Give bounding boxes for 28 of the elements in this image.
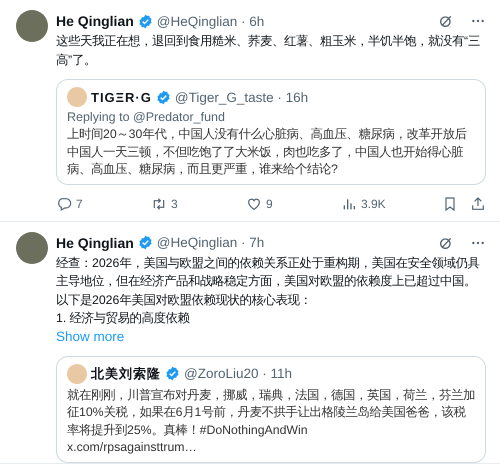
handle-and-time: @Tiger_G_taste · 16h xyxy=(174,90,308,104)
reply-button[interactable]: 7 xyxy=(56,196,151,212)
avatar xyxy=(67,364,87,384)
like-button[interactable]: 9 xyxy=(246,196,341,212)
avatar xyxy=(67,87,87,107)
author-name: TIGΞR·G xyxy=(91,90,152,104)
repost-icon xyxy=(151,196,167,212)
handle-and-time: @HeQinglian · 6h xyxy=(156,14,264,28)
url-link[interactable]: x.com/rpsagainsttrum… xyxy=(67,439,475,456)
author-name: He Qinglian xyxy=(56,13,134,29)
heart-icon xyxy=(246,196,262,212)
handle-and-time: @ZoroLiu20 · 11h xyxy=(184,366,292,381)
slashed-circle-icon[interactable] xyxy=(438,13,454,29)
views-button[interactable]: 3.9K xyxy=(341,196,436,212)
post-text: 经查：2026年，美国与欧盟之间的依赖关系正处于重构期，美国在安全领域仍具主导地位，但在经济产品和战略稳定方面，美国对欧盟的依赖度上已超过中国。 xyxy=(56,254,480,290)
quoted-post-text: 上时间20～30年代，中国人没有什么心脏病、高血压、糖尿病，改革开放后中国人一天三顿，不但吃饱了了大米饭，肉也吃多了，中国人也开始得心脏病、高血压、糖尿病，而且更严重，谁来给个结论? xyxy=(67,126,468,178)
handle-and-time: @HeQinglian · 7h xyxy=(156,235,264,250)
post-text: 以下是2026年美国对欧盟依赖现状的核心表现： xyxy=(56,292,312,308)
repost-button[interactable]: 3 xyxy=(151,196,246,212)
share-icon[interactable] xyxy=(470,196,486,212)
author-name: 北美刘索隆 xyxy=(91,364,161,382)
post-text: 这些天我正在想，退回到食用糙米、荞麦、红薯、粗玉米，半饥半饱，就没有“三高”了。 xyxy=(56,33,482,68)
replying-to-text: Replying to @Predator_fund xyxy=(67,110,226,124)
reply-icon xyxy=(56,196,72,212)
avatar[interactable] xyxy=(16,232,48,264)
author-name: He Qinglian xyxy=(56,234,134,250)
avatar[interactable] xyxy=(16,10,48,42)
post-text: 1. 经济与贸易的高度依赖 xyxy=(56,310,191,327)
